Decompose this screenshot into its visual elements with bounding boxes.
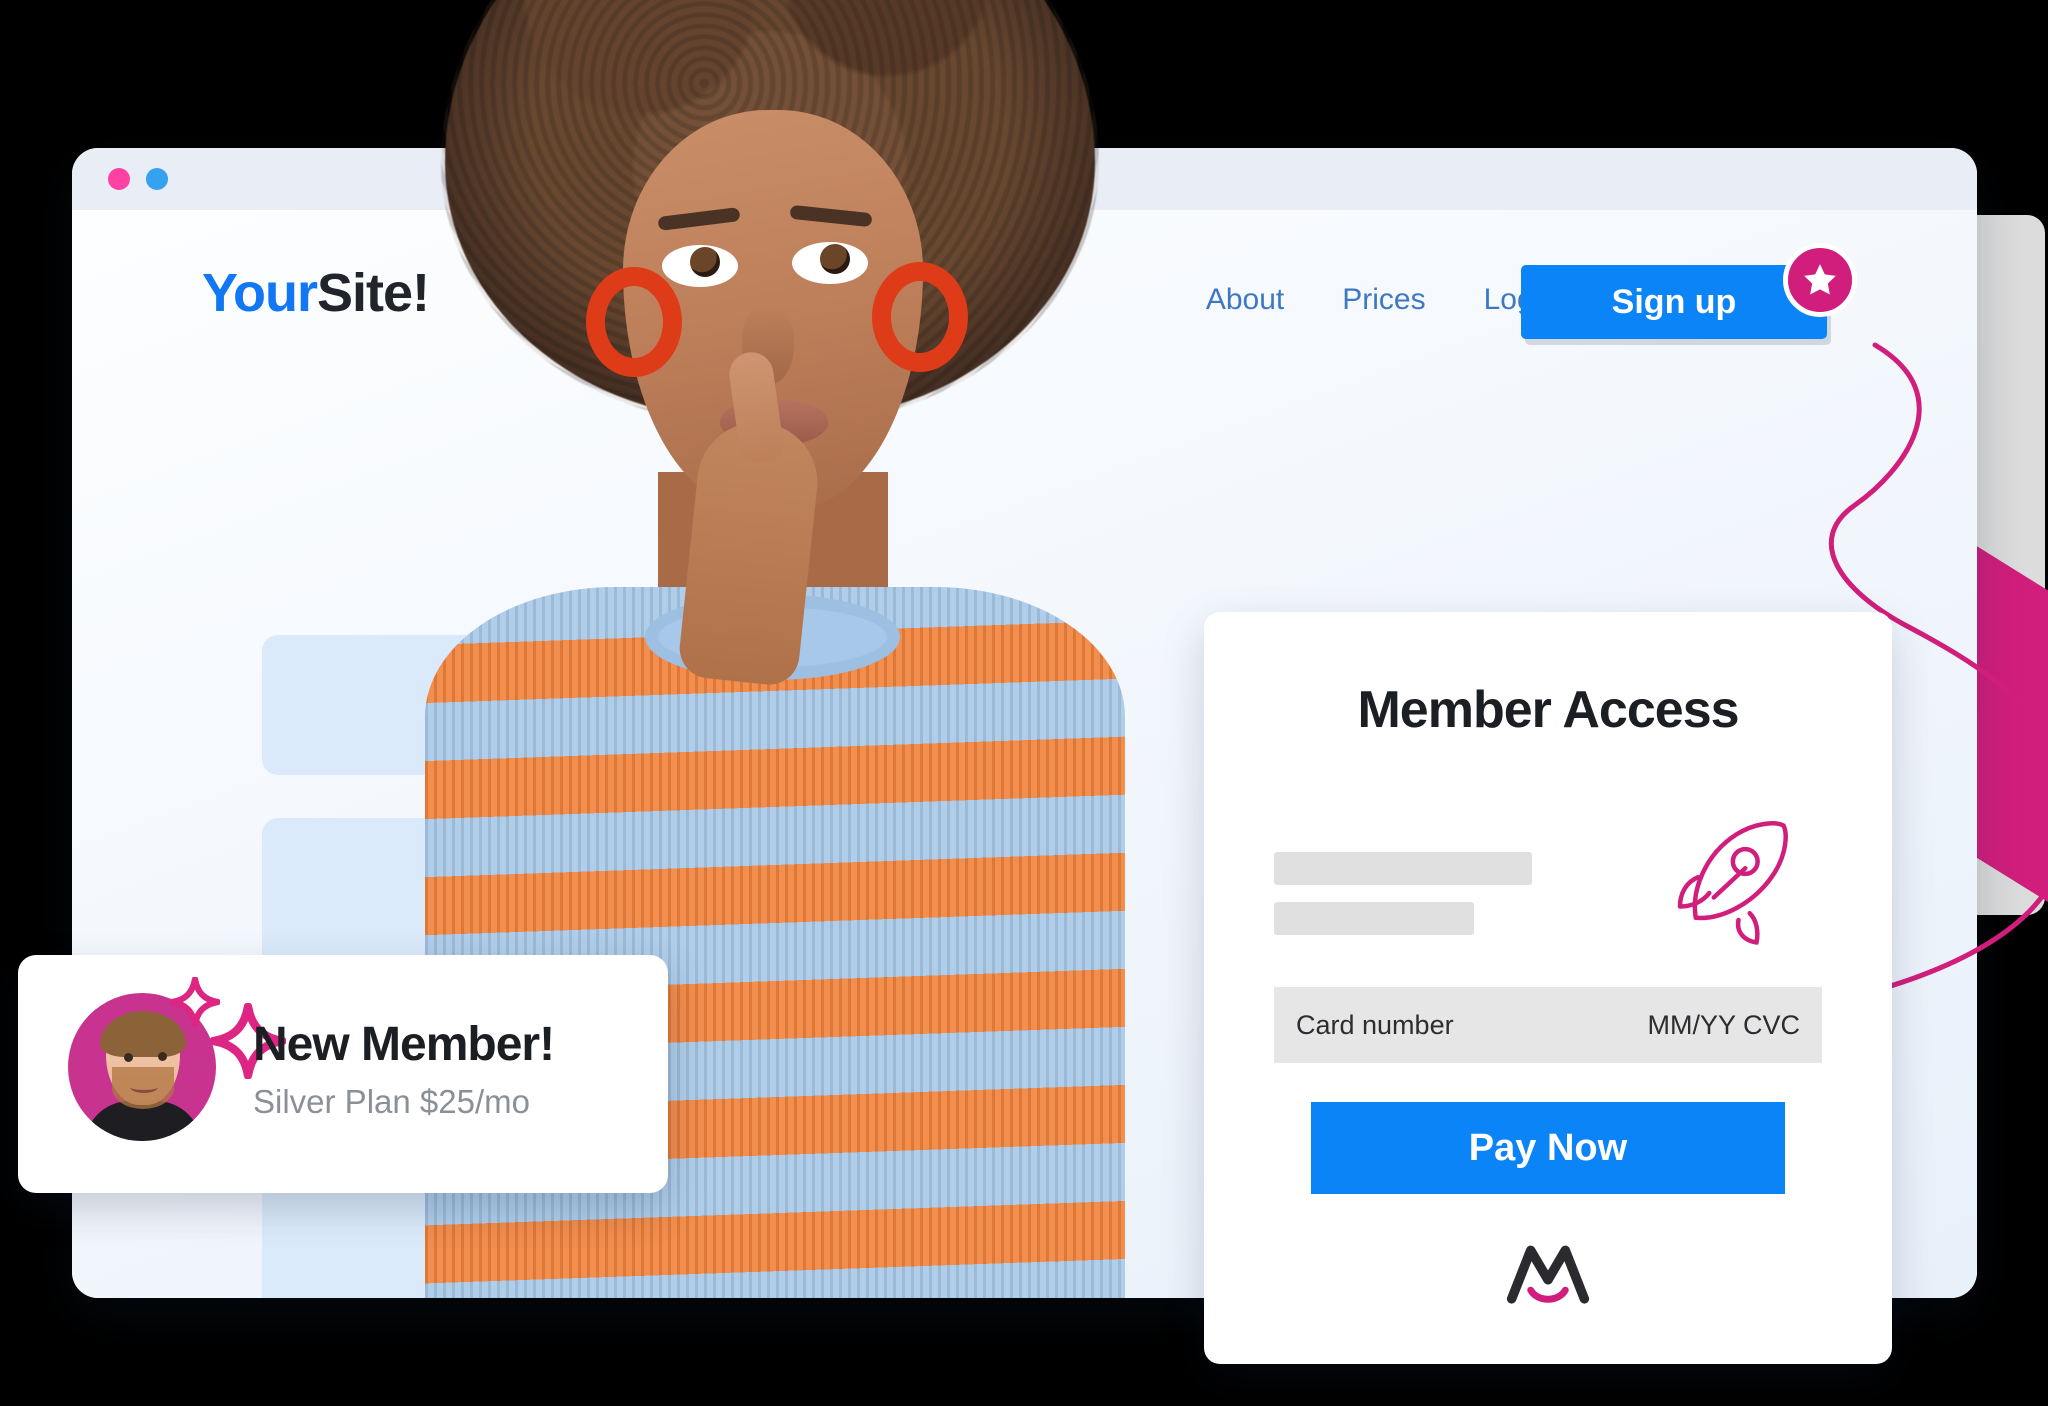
avatar-eye-left <box>124 1053 133 1062</box>
form-placeholder-bar-2 <box>1274 902 1474 935</box>
member-access-title: Member Access <box>1357 681 1739 739</box>
close-dot-icon[interactable] <box>108 168 130 190</box>
rocket-icon <box>1671 812 1806 947</box>
avatar-eye-right <box>158 1052 167 1061</box>
logo-part-your: Your <box>202 263 318 323</box>
nav-link-prices[interactable]: Prices <box>1342 283 1425 317</box>
toast-subtitle: Silver Plan $25/mo <box>253 1083 530 1120</box>
card-number-field[interactable]: Card number MM/YY CVC <box>1274 987 1822 1063</box>
member-access-card: Member Access Card number MM/YY CVC Pay … <box>1204 612 1892 1364</box>
nav-link-about[interactable]: About <box>1206 283 1284 317</box>
signup-button[interactable]: Sign up <box>1521 265 1827 339</box>
toast-title: New Member! <box>253 1018 555 1071</box>
illustration-stage: YourSite! About Prices Login Sign up <box>0 0 2048 1406</box>
form-placeholder-bar-1 <box>1274 852 1532 885</box>
avatar-smile <box>130 1081 158 1093</box>
minimize-dot-icon[interactable] <box>146 168 168 190</box>
star-badge-icon <box>1783 243 1857 317</box>
main-navigation: About Prices Login <box>1206 283 1557 317</box>
new-member-toast: New Member! Silver Plan $25/mo <box>18 955 668 1193</box>
portrait-eye-left <box>662 245 738 287</box>
pay-now-button[interactable]: Pay Now <box>1311 1102 1785 1194</box>
card-expiry-cvc-label: MM/YY CVC <box>1647 1009 1800 1040</box>
portrait-earring-right <box>872 262 968 372</box>
memberpress-logo-icon <box>1504 1240 1592 1304</box>
signup-button-wrapper: Sign up <box>1521 243 1857 339</box>
card-number-label: Card number <box>1296 1009 1454 1040</box>
portrait-earring-left <box>586 267 682 377</box>
portrait-eye-right <box>792 242 868 284</box>
